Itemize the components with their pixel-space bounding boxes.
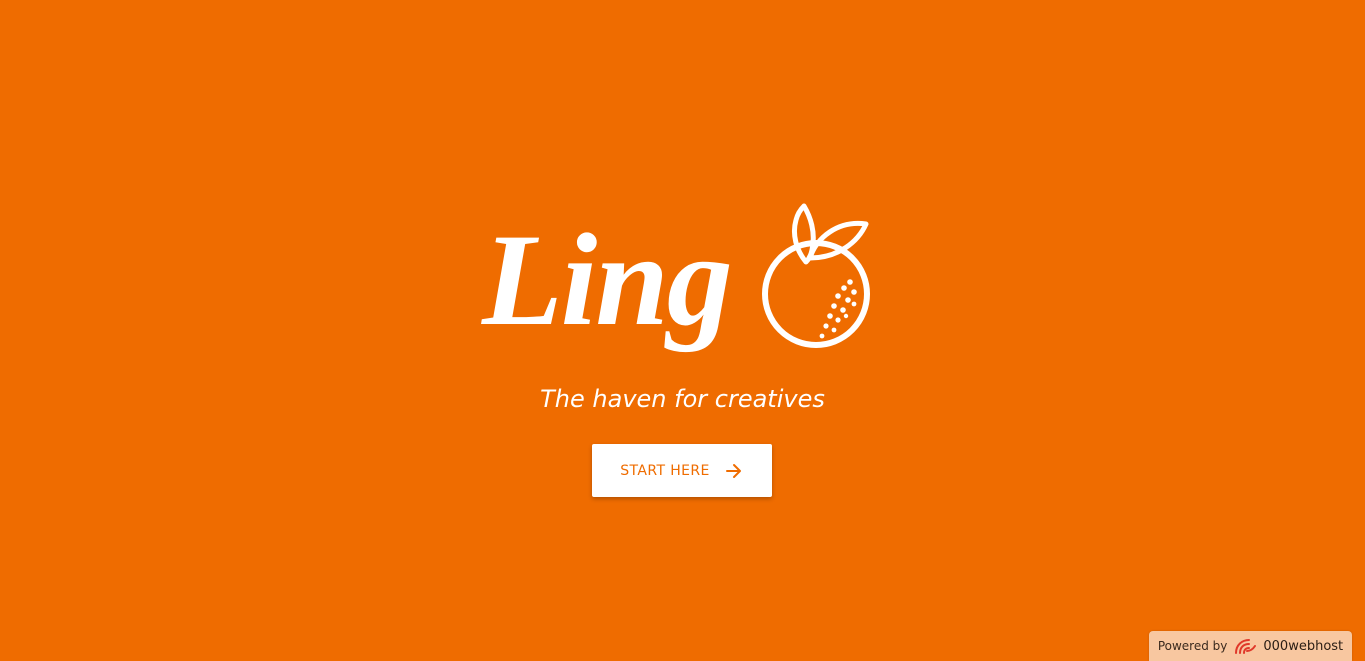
orange-fruit-icon xyxy=(762,203,870,348)
000webhost-logo-icon xyxy=(1235,639,1257,654)
logo-wordmark: Ling xyxy=(482,206,733,353)
start-here-button[interactable]: START HERE xyxy=(592,444,772,497)
start-here-label: START HERE xyxy=(620,462,710,479)
tagline: The haven for creatives xyxy=(540,385,825,413)
powered-by-badge[interactable]: Powered by 000webhost xyxy=(1149,631,1352,661)
site-logo: Ling xyxy=(482,202,874,360)
host-name: 000webhost xyxy=(1263,638,1344,654)
powered-by-label: Powered by xyxy=(1157,639,1228,653)
arrow-right-icon xyxy=(725,463,741,478)
